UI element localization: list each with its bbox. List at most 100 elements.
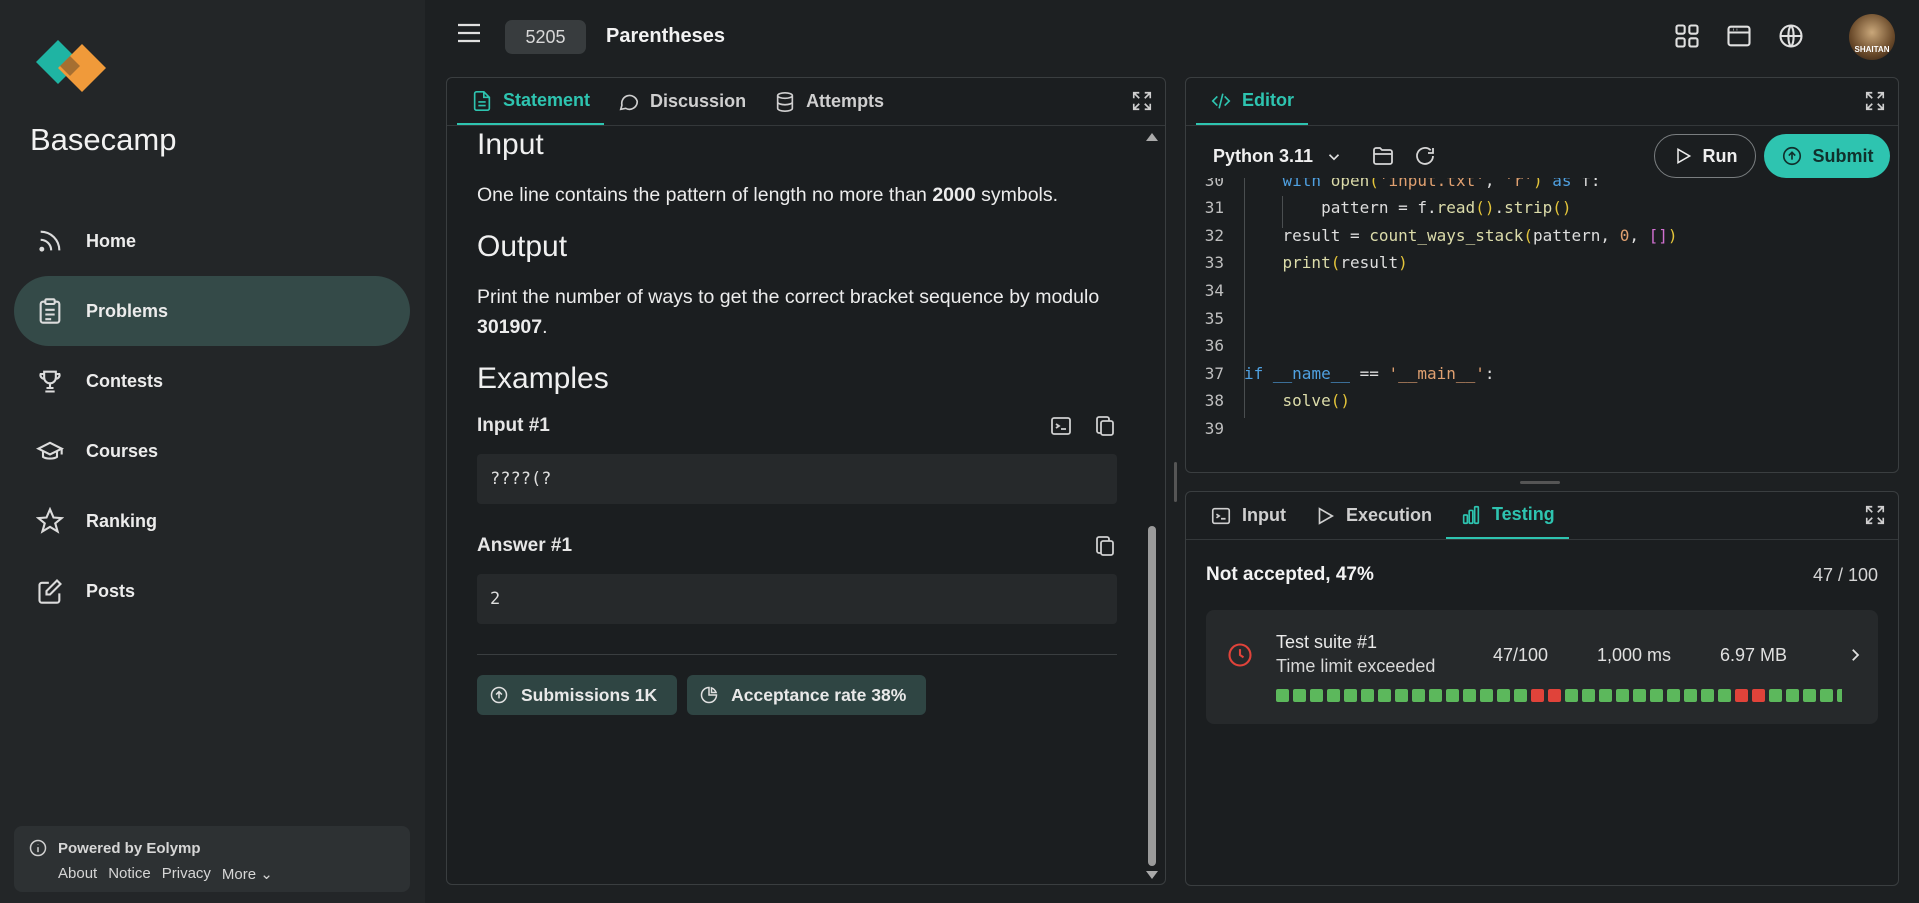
avatar[interactable]: SHAITAN [1849,14,1895,60]
expand-icon[interactable] [1864,90,1886,112]
brand-name[interactable]: Basecamp [30,122,176,158]
powered-label: Powered by Eolymp [58,839,201,857]
statement-scrollbar[interactable] [1145,128,1159,880]
divider [477,654,1117,655]
scroll-up-icon[interactable] [1145,132,1159,142]
statement-tabs: Statement Discussion Attempts [447,78,1165,126]
tab-label: Execution [1345,505,1433,525]
expand-icon[interactable] [1864,504,1886,526]
logo-icon[interactable] [30,38,110,98]
statement-panel: Statement Discussion Attempts Input One … [446,77,1166,885]
example-input-label: Input #1 [477,415,550,436]
suite-result: Time limit exceeded [1276,656,1436,676]
submit-label: Submit [1812,145,1874,166]
test-pass-marker [1786,689,1799,702]
tab-attempts[interactable]: Attempts [760,78,898,125]
code-line[interactable]: 36 [1186,332,1886,360]
nav-ranking[interactable]: Ranking [14,486,410,556]
test-pass-marker [1684,689,1697,702]
test-suite-card[interactable]: Test suite #1 Time limit exceeded 47/100… [1206,610,1878,724]
vertical-resize-handle[interactable] [1174,462,1177,502]
browser-window-icon[interactable] [1725,22,1753,50]
test-pass-marker [1582,689,1595,702]
test-fail-marker [1548,689,1561,702]
nav-label: Courses [86,440,159,461]
suite-points: 47/100 [1493,645,1549,665]
copy-icon[interactable] [1093,534,1117,558]
menu-icon[interactable] [456,22,482,44]
editor-tabs: Editor [1186,78,1898,126]
code-line[interactable]: 38 solve() [1186,387,1886,415]
code-text: solve() [1282,391,1350,411]
footer-link-privacy[interactable]: Privacy [162,865,211,883]
tab-label: Discussion [650,91,747,111]
submissions-chip[interactable]: Submissions 1K [477,675,678,715]
tab-execution[interactable]: Execution [1300,492,1446,539]
example-input-box[interactable]: ????(? [477,454,1117,504]
expand-icon[interactable] [1131,90,1153,112]
acceptance-chip[interactable]: Acceptance rate 38% [687,675,927,715]
code-line[interactable]: 35 [1186,304,1886,332]
code-line[interactable]: 34 [1186,276,1886,304]
output-heading: Output [477,230,568,263]
language-select[interactable]: Python 3.11 [1213,146,1343,167]
tab-label: Statement [503,90,591,110]
play-icon [1676,148,1691,164]
nav-problems[interactable]: Problems [14,276,410,346]
test-results-bar [1276,689,1842,703]
tab-testing[interactable]: Testing [1446,492,1569,539]
globe-icon[interactable] [1777,22,1805,50]
tab-input[interactable]: Input [1196,492,1300,539]
example-answer-box[interactable]: 2 [477,574,1117,624]
terminal-icon[interactable] [1049,414,1073,438]
trophy-icon [39,370,61,393]
suite-memory: 6.97 MB [1720,645,1788,665]
code-line[interactable]: 37 if __name__ == '__main__': [1186,359,1886,387]
nav-home[interactable]: Home [14,206,410,276]
nav-label: Contests [86,370,164,391]
horizontal-resize-handle[interactable] [1520,481,1560,484]
editor-actions [1371,144,1437,168]
footer-link-more[interactable]: More ⌄ [222,865,273,883]
code-editor[interactable]: 30 with open('input.txt', 'r') as f: 31 p… [1186,178,1898,472]
chevron-right-icon[interactable] [1846,646,1864,664]
footer-links: About Notice Privacy More ⌄ [58,865,410,883]
code-line[interactable]: 33 print(result) [1186,249,1886,277]
test-pass-marker [1650,689,1663,702]
input-heading: Input [477,128,544,161]
indent-guide [1244,178,1245,418]
example-answer-label: Answer #1 [477,535,573,556]
nav-label: Problems [86,300,169,321]
folder-icon[interactable] [1371,144,1395,168]
line-number: 36 [1204,336,1224,356]
indent-guide [1282,196,1283,228]
footer-link-about[interactable]: About [58,865,97,883]
test-pass-marker [1361,689,1374,702]
tab-statement[interactable]: Statement [457,78,605,125]
chevron-down-icon: ⌄ [260,866,273,883]
code-line[interactable]: 32 result = count_ways_stack(pattern, 0,… [1186,221,1886,249]
scroll-down-icon[interactable] [1145,870,1159,880]
nav-contests[interactable]: Contests [14,346,410,416]
test-pass-marker [1667,689,1680,702]
nav-posts[interactable]: Posts [14,556,410,626]
terminal-icon [1211,507,1231,524]
copy-icon[interactable] [1093,414,1117,438]
submit-button[interactable]: Submit [1764,134,1890,178]
nav-courses[interactable]: Courses [14,416,410,486]
refresh-icon[interactable] [1413,144,1437,168]
grid-icon[interactable] [1673,22,1701,50]
tab-discussion[interactable]: Discussion [604,78,760,125]
scroll-thumb[interactable] [1148,526,1156,866]
output-text-bold: 301907 [477,316,543,338]
play-icon [1318,506,1334,525]
input-text-bold: 2000 [932,184,976,206]
test-pass-marker [1310,689,1323,702]
run-button[interactable]: Run [1654,134,1756,178]
footer-link-notice[interactable]: Notice [108,865,151,883]
code-line[interactable]: 39 [1186,414,1886,442]
input-text-post: symbols. [975,184,1059,206]
code-text: pattern = f.read().strip() [1244,198,1572,218]
code-line[interactable]: 31 pattern = f.read().strip() [1186,194,1886,222]
tab-editor[interactable]: Editor [1196,78,1308,125]
